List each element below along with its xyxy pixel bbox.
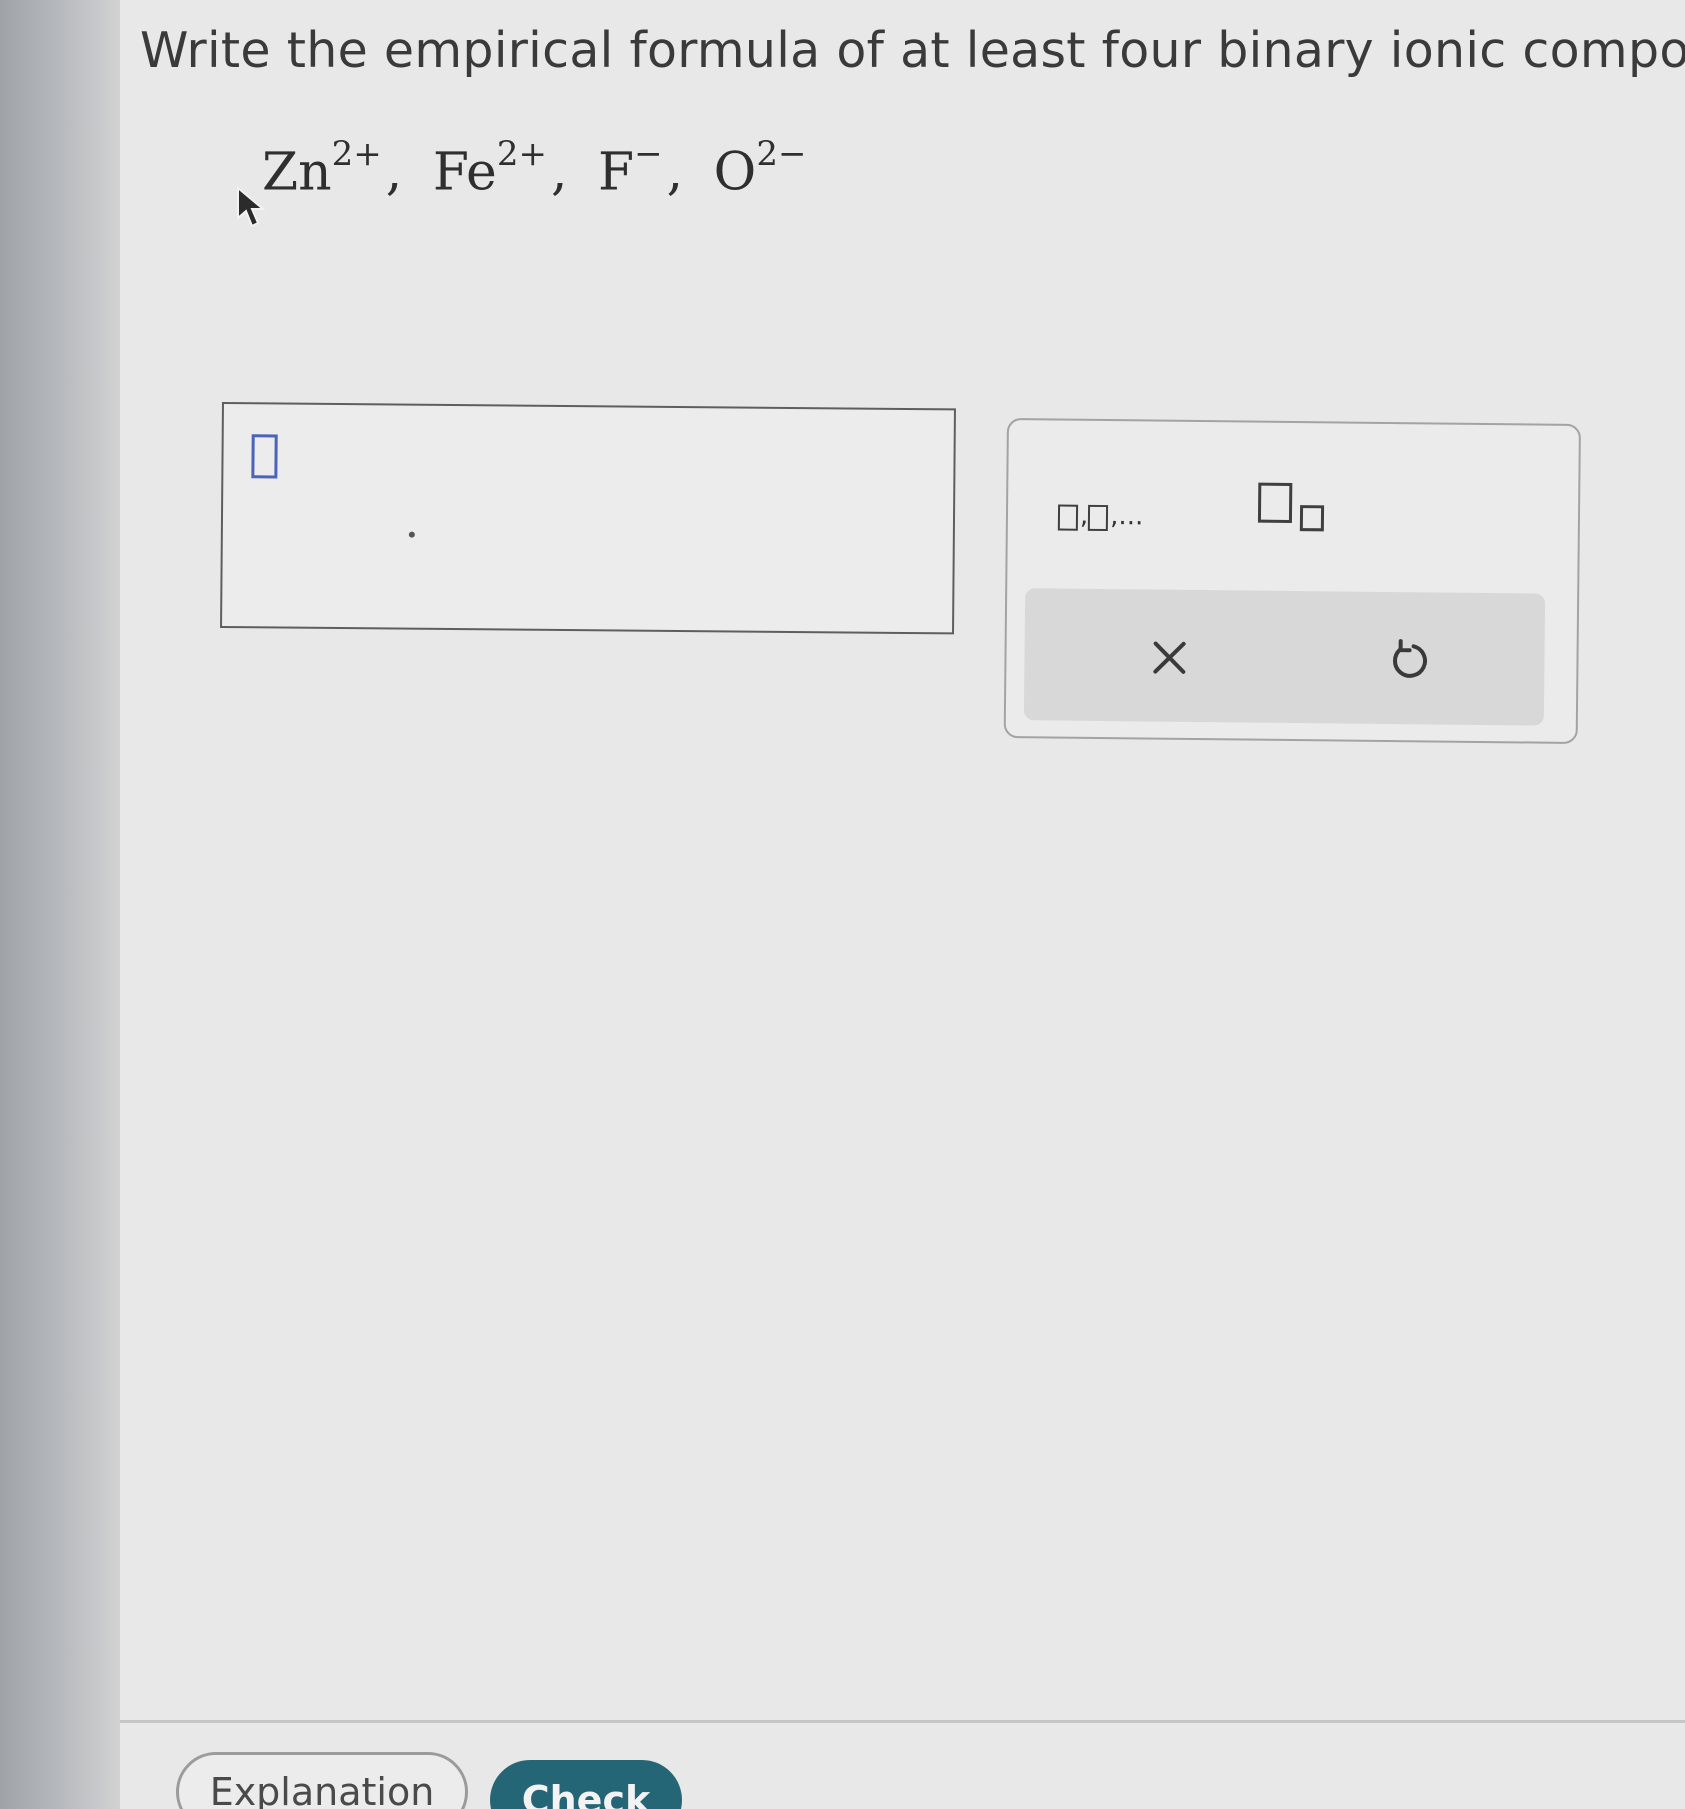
close-icon xyxy=(1153,641,1186,674)
ion-separator: , xyxy=(550,142,568,203)
question-text: Write the empirical formula of at least … xyxy=(140,22,1685,79)
ion-charge: 2− xyxy=(756,134,807,174)
undo-button[interactable] xyxy=(1374,632,1445,689)
screen-speck xyxy=(408,531,415,538)
ion-f: F− xyxy=(598,134,663,203)
screen: Write the empirical formula of at least … xyxy=(0,0,1685,1809)
comma-list-label: , xyxy=(1079,500,1089,531)
subscript-button[interactable] xyxy=(1257,482,1349,540)
answer-input-box[interactable] xyxy=(220,402,956,635)
ion-separator: , xyxy=(666,142,684,203)
ion-fe: Fe2+ xyxy=(432,134,547,203)
clear-button[interactable] xyxy=(1134,629,1205,686)
ion-separator: , xyxy=(385,142,403,203)
ion-symbol: Zn xyxy=(262,142,332,203)
ion-symbol: O xyxy=(713,142,757,203)
screen-edge xyxy=(0,0,120,1809)
ion-symbol: Fe xyxy=(432,142,497,203)
ion-charge: 2+ xyxy=(331,134,382,174)
action-bar xyxy=(1023,588,1546,726)
explanation-button[interactable]: Explanation xyxy=(176,1752,468,1809)
ion-charge: 2+ xyxy=(496,134,547,174)
check-button[interactable]: Check xyxy=(490,1760,682,1809)
ion-charge: − xyxy=(634,134,663,174)
comma-list-button[interactable]: ,,... xyxy=(1057,483,1188,532)
undo-icon xyxy=(1393,639,1427,678)
ion-symbol: F xyxy=(598,142,635,203)
comma-list-ellipsis: ,... xyxy=(1110,501,1144,532)
ion-zn: Zn2+ xyxy=(262,134,382,203)
subscript-index-icon xyxy=(1299,505,1325,532)
placeholder-box-icon xyxy=(1057,504,1079,531)
footer-divider xyxy=(120,1720,1685,1723)
math-toolbar: ,,... xyxy=(1003,418,1581,744)
ion-list: Zn2+, Fe2+, F−, O2− xyxy=(262,134,807,203)
subscript-base-icon xyxy=(1257,482,1293,523)
ion-o: O2− xyxy=(713,134,807,203)
content-area xyxy=(120,0,1685,1809)
answer-slot[interactable] xyxy=(251,434,278,479)
placeholder-box-icon xyxy=(1088,504,1109,532)
